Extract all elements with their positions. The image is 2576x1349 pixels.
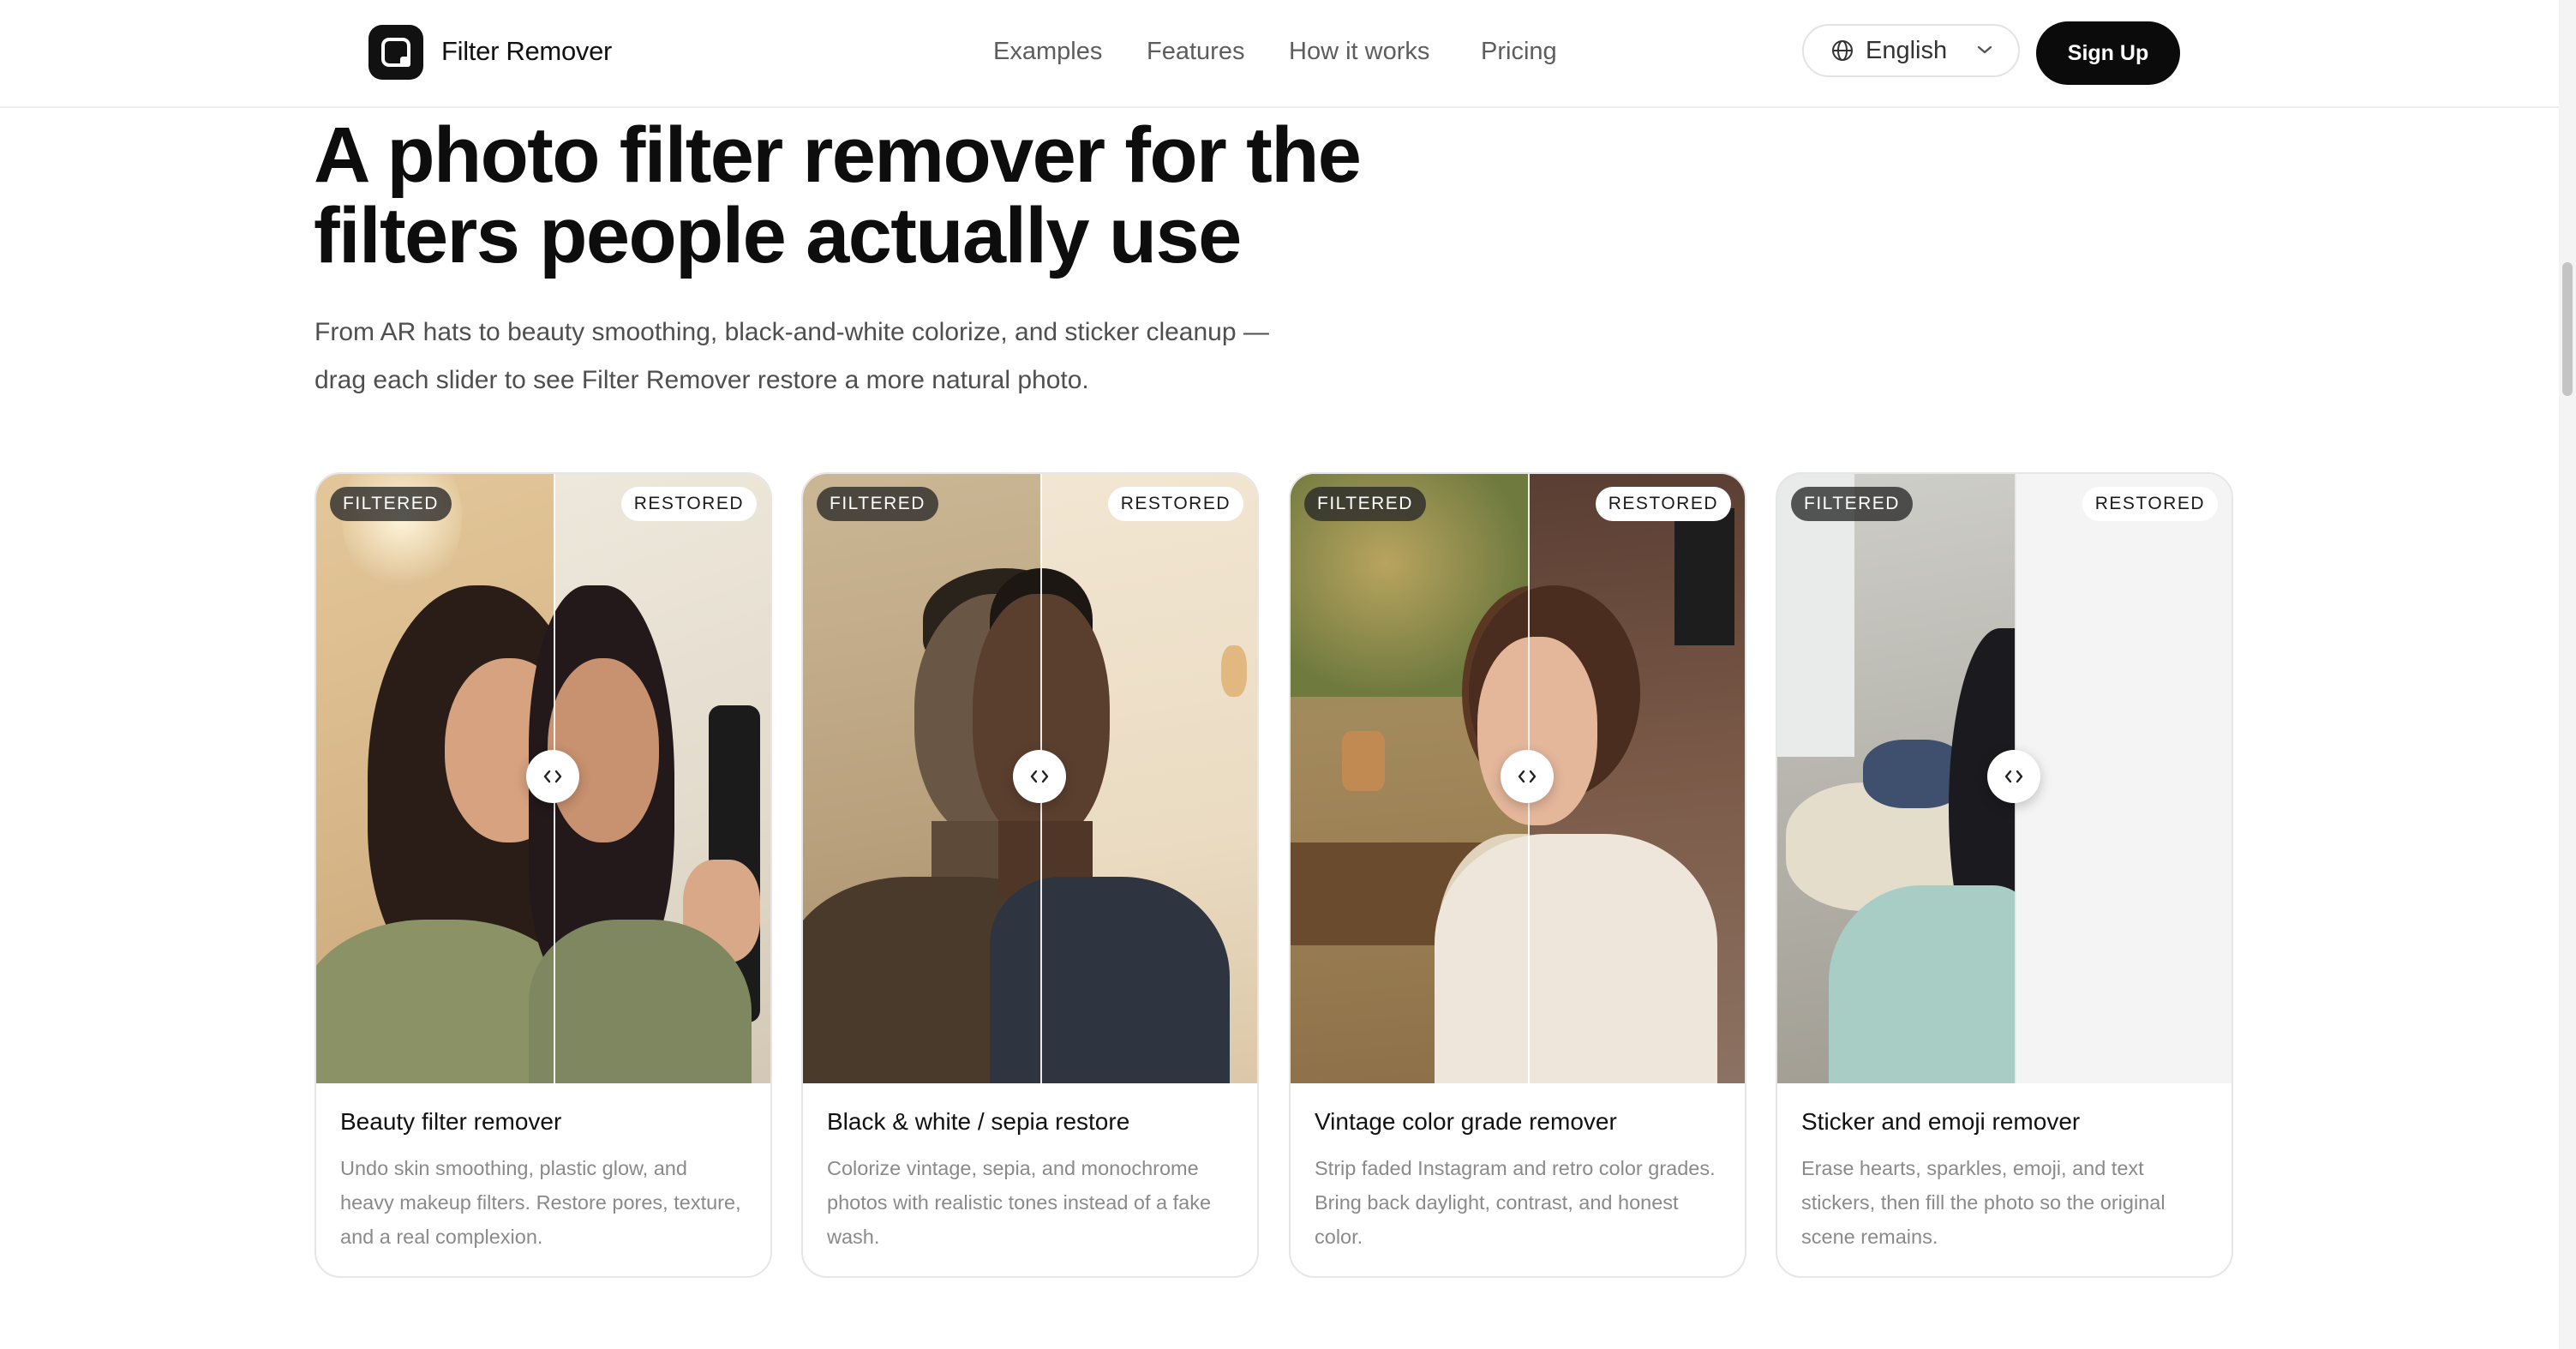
card-description: Undo skin smoothing, plastic glow, and h… — [340, 1157, 741, 1248]
restored-badge: RESTORED — [1595, 487, 1731, 521]
logo-icon[interactable] — [368, 25, 423, 80]
sign-up-button[interactable]: Sign Up — [2036, 21, 2180, 85]
card-title: Black & white / sepia restore — [827, 1108, 1130, 1135]
filtered-badge: FILTERED — [1791, 487, 1913, 521]
site-header: Filter Remover Examples Features How it … — [0, 0, 2559, 108]
example-card-sticker: FILTERED RESTORED Sticker and emoji remo… — [1776, 472, 2233, 1278]
nav-examples[interactable]: Examples — [993, 34, 1102, 69]
restored-image — [2016, 474, 2232, 1083]
chevron-down-icon — [1977, 45, 1992, 54]
pot-shape — [1342, 731, 1385, 791]
shirt-shape — [1829, 885, 2034, 1083]
card-title: Vintage color grade remover — [1315, 1108, 1617, 1135]
restored-badge: RESTORED — [1107, 487, 1243, 521]
slider-handle[interactable] — [526, 750, 579, 803]
page-scrollbar[interactable] — [2559, 0, 2576, 1349]
restored-badge: RESTORED — [2082, 487, 2218, 521]
restored-image — [529, 474, 770, 1083]
nav-pricing[interactable]: Pricing — [1481, 34, 1557, 69]
restored-image — [973, 474, 1257, 1083]
page-title: A photo filter remover for the filters p… — [314, 115, 1428, 276]
nav-features[interactable]: Features — [1147, 34, 1244, 69]
filtered-image — [316, 474, 590, 1083]
subtitle-line-1: From AR hats to beauty smoothing, black-… — [315, 318, 1269, 346]
slider-arrows-icon — [2004, 770, 2023, 783]
slider-handle[interactable] — [1987, 750, 2040, 803]
card-title: Beauty filter remover — [340, 1108, 562, 1135]
subtitle-line-2: drag each slider to see Filter Remover r… — [315, 366, 1089, 394]
slider-handle[interactable] — [1501, 750, 1554, 803]
slider-handle[interactable] — [1013, 750, 1066, 803]
restored-image — [1435, 474, 1745, 1083]
globe-icon — [1832, 40, 1853, 61]
brand-name[interactable]: Filter Remover — [441, 34, 612, 69]
card-title: Sticker and emoji remover — [1801, 1108, 2081, 1135]
shirt-shape — [529, 920, 752, 1083]
title-line-1: A photo filter remover for the — [314, 111, 1362, 199]
lamp-shape — [1221, 645, 1247, 697]
example-card-beauty: FILTERED RESTORED Beauty filter remover … — [315, 472, 772, 1278]
card-description: Strip faded Instagram and retro color gr… — [1315, 1157, 1716, 1248]
language-label: English — [1866, 37, 1948, 64]
filtered-badge: FILTERED — [1304, 487, 1426, 521]
nav-how-it-works[interactable]: How it works — [1289, 34, 1429, 69]
filtered-badge: FILTERED — [330, 487, 452, 521]
language-selector[interactable]: English — [1802, 24, 2020, 77]
filtered-image — [1777, 474, 2052, 1083]
title-line-2: filters people actually use — [314, 192, 1242, 279]
face-shape — [548, 658, 659, 842]
board-shape — [1674, 508, 1734, 645]
card-description: Colorize vintage, sepia, and monochrome … — [827, 1157, 1212, 1248]
logo-mark-tail — [400, 57, 410, 67]
page-subtitle: From AR hats to beauty smoothing, black-… — [315, 309, 1309, 405]
sweater-shape — [1435, 834, 1717, 1083]
card-description: Erase hearts, sparkles, emoji, and text … — [1801, 1157, 2166, 1248]
example-card-sepia: FILTERED RESTORED Black & white / sepia … — [801, 472, 1259, 1278]
filtered-badge: FILTERED — [817, 487, 938, 521]
shirt-shape — [990, 877, 1230, 1083]
scrollbar-thumb[interactable] — [2562, 262, 2573, 396]
restored-badge: RESTORED — [620, 487, 757, 521]
slider-arrows-icon — [1030, 770, 1049, 783]
slider-arrows-icon — [543, 770, 562, 783]
slider-arrows-icon — [1518, 770, 1537, 783]
example-card-vintage: FILTERED RESTORED Vintage color grade re… — [1289, 472, 1746, 1278]
